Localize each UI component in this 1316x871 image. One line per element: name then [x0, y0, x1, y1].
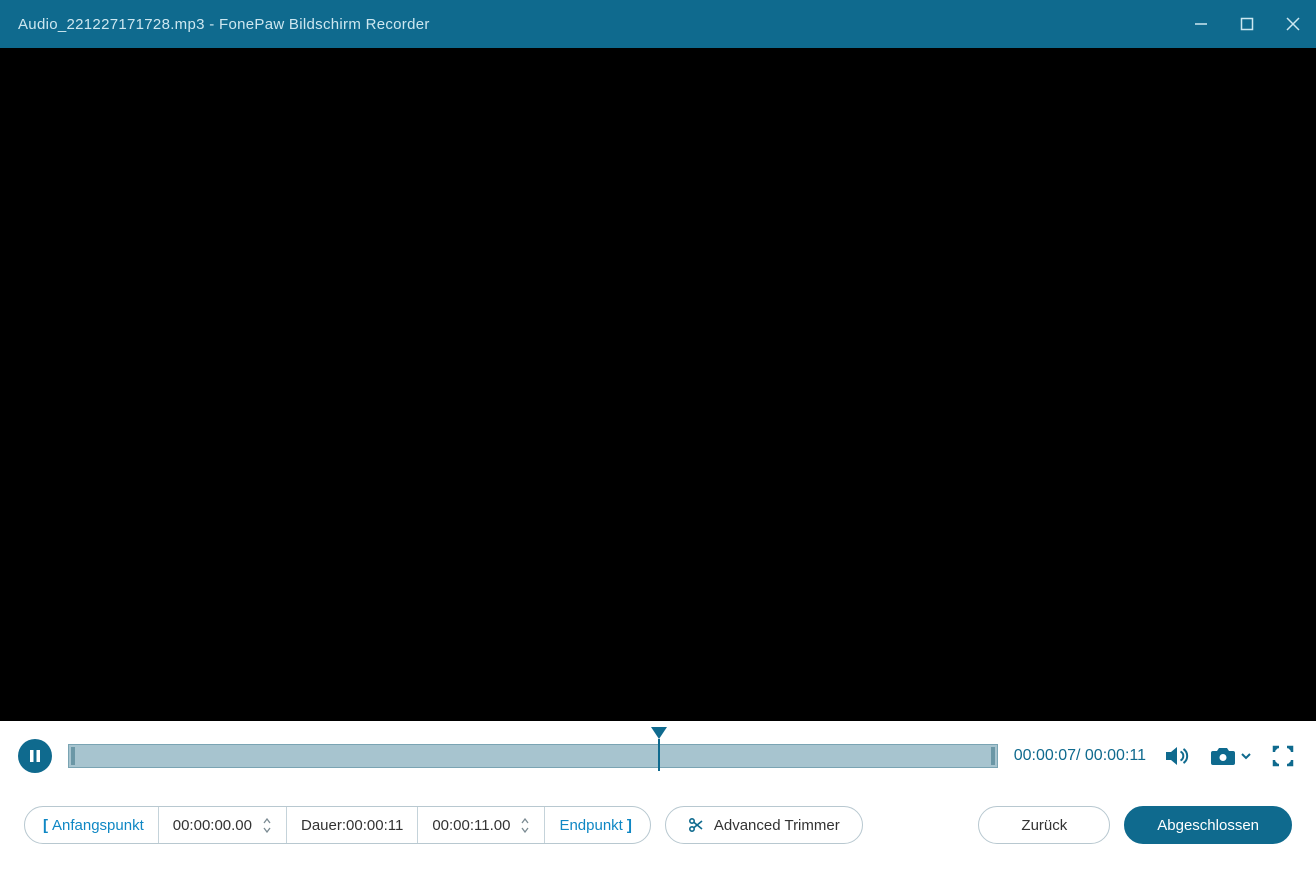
playhead-line: [658, 739, 660, 771]
chevron-down-icon: [1240, 750, 1252, 762]
app-window: Audio_221227171728.mp3 - FonePaw Bildsch…: [0, 0, 1316, 871]
scissors-icon: [688, 817, 704, 833]
advanced-trimmer-button[interactable]: Advanced Trimmer: [665, 806, 863, 844]
bracket-close-icon: ]: [627, 817, 632, 834]
timeline[interactable]: [68, 737, 998, 775]
spin-down-icon: [263, 827, 271, 833]
spin-up-icon: [521, 818, 529, 824]
total-time: 00:00:11: [1085, 747, 1146, 764]
title-separator: -: [205, 16, 219, 33]
maximize-button[interactable]: [1224, 0, 1270, 48]
playhead[interactable]: [651, 727, 667, 771]
title-appname: FonePaw Bildschirm Recorder: [219, 16, 430, 33]
start-time-spin-down[interactable]: [262, 826, 272, 834]
end-time-spin-up[interactable]: [520, 817, 530, 825]
playback-bar: 00:00:07/ 00:00:11: [0, 721, 1316, 791]
pause-button[interactable]: [18, 739, 52, 773]
maximize-icon: [1240, 17, 1254, 31]
end-time-field[interactable]: 00:00:11.00: [418, 807, 545, 843]
time-display: 00:00:07/ 00:00:11: [1014, 747, 1146, 765]
minimize-button[interactable]: [1178, 0, 1224, 48]
done-button[interactable]: Abgeschlossen: [1124, 806, 1292, 844]
fullscreen-icon: [1272, 745, 1294, 767]
duration-display: Dauer:00:00:11: [287, 807, 418, 843]
end-point-label: Endpunkt: [559, 817, 622, 834]
set-end-button[interactable]: Endpunkt ]: [545, 807, 649, 843]
done-label: Abgeschlossen: [1157, 817, 1259, 834]
title-filename: Audio_221227171728.mp3: [18, 16, 205, 33]
current-time: 00:00:07: [1014, 747, 1076, 764]
end-time-spin-down[interactable]: [520, 826, 530, 834]
trim-group: [ Anfangspunkt 00:00:00.00 Dauer:00:00:1…: [24, 806, 651, 844]
spin-up-icon: [263, 818, 271, 824]
end-time-value: 00:00:11.00: [432, 817, 510, 834]
playhead-marker-icon: [651, 727, 667, 739]
close-button[interactable]: [1270, 0, 1316, 48]
back-label: Zurück: [1021, 817, 1067, 834]
volume-icon: [1164, 744, 1190, 768]
end-time-spinner: [520, 817, 530, 834]
advanced-trimmer-label: Advanced Trimmer: [714, 817, 840, 834]
timeline-track[interactable]: [68, 744, 998, 768]
bottom-toolbar: [ Anfangspunkt 00:00:00.00 Dauer:00:00:1…: [0, 791, 1316, 871]
fullscreen-button[interactable]: [1268, 741, 1298, 771]
start-time-value: 00:00:00.00: [173, 817, 252, 834]
screenshot-button[interactable]: [1208, 741, 1252, 771]
set-start-button[interactable]: [ Anfangspunkt: [25, 807, 159, 843]
minimize-icon: [1193, 16, 1209, 32]
time-separator: /: [1076, 747, 1085, 764]
titlebar: Audio_221227171728.mp3 - FonePaw Bildsch…: [0, 0, 1316, 48]
duration-value: 00:00:11: [346, 817, 403, 834]
pause-icon: [28, 749, 42, 763]
start-time-spin-up[interactable]: [262, 817, 272, 825]
duration-label: Dauer:: [301, 817, 346, 834]
close-icon: [1285, 16, 1301, 32]
back-button[interactable]: Zurück: [978, 806, 1110, 844]
volume-button[interactable]: [1162, 741, 1192, 771]
bracket-open-icon: [: [43, 817, 48, 834]
start-point-label: Anfangspunkt: [52, 817, 144, 834]
camera-icon: [1210, 745, 1236, 767]
start-time-field[interactable]: 00:00:00.00: [159, 807, 287, 843]
spin-down-icon: [521, 827, 529, 833]
video-preview-area[interactable]: [0, 48, 1316, 721]
title-text: Audio_221227171728.mp3 - FonePaw Bildsch…: [18, 16, 430, 33]
start-time-spinner: [262, 817, 272, 834]
